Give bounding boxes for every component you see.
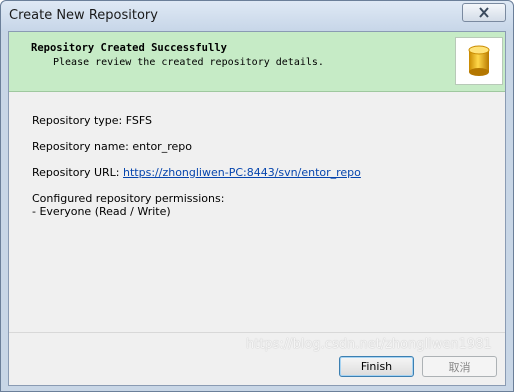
database-cylinder-icon: [468, 45, 490, 76]
repository-name-text: Repository name: entor_repo: [32, 140, 192, 153]
banner-title: Repository Created Successfully: [31, 42, 227, 54]
close-button[interactable]: [462, 3, 506, 22]
details-area: Repository type: FSFS Repository name: e…: [9, 92, 505, 332]
success-banner: Repository Created Successfully Please r…: [9, 32, 505, 92]
dialog-client-area: Repository Created Successfully Please r…: [8, 31, 506, 386]
cancel-button[interactable]: 取消: [422, 356, 497, 377]
dialog-window: Create New Repository Repository Created…: [0, 0, 514, 392]
permissions-value: - Everyone (Read / Write): [32, 205, 171, 218]
title-bar[interactable]: Create New Repository: [1, 1, 513, 31]
banner-icon-frame: [455, 37, 503, 85]
banner-subtitle: Please review the created repository det…: [53, 57, 324, 68]
permissions-label: Configured repository permissions:: [32, 192, 225, 205]
repository-url-row: Repository URL: https://zhongliwen-PC:84…: [32, 166, 361, 179]
repository-url-link[interactable]: https://zhongliwen-PC:8443/svn/entor_rep…: [123, 166, 361, 179]
repository-url-label: Repository URL:: [32, 166, 124, 179]
window-title: Create New Repository: [9, 8, 158, 23]
finish-button[interactable]: Finish: [339, 356, 414, 377]
repository-type-text: Repository type: FSFS: [32, 114, 152, 127]
close-icon: [479, 7, 489, 18]
watermark-text: https://blog.csdn.net/zhongliwen1981: [246, 337, 492, 352]
